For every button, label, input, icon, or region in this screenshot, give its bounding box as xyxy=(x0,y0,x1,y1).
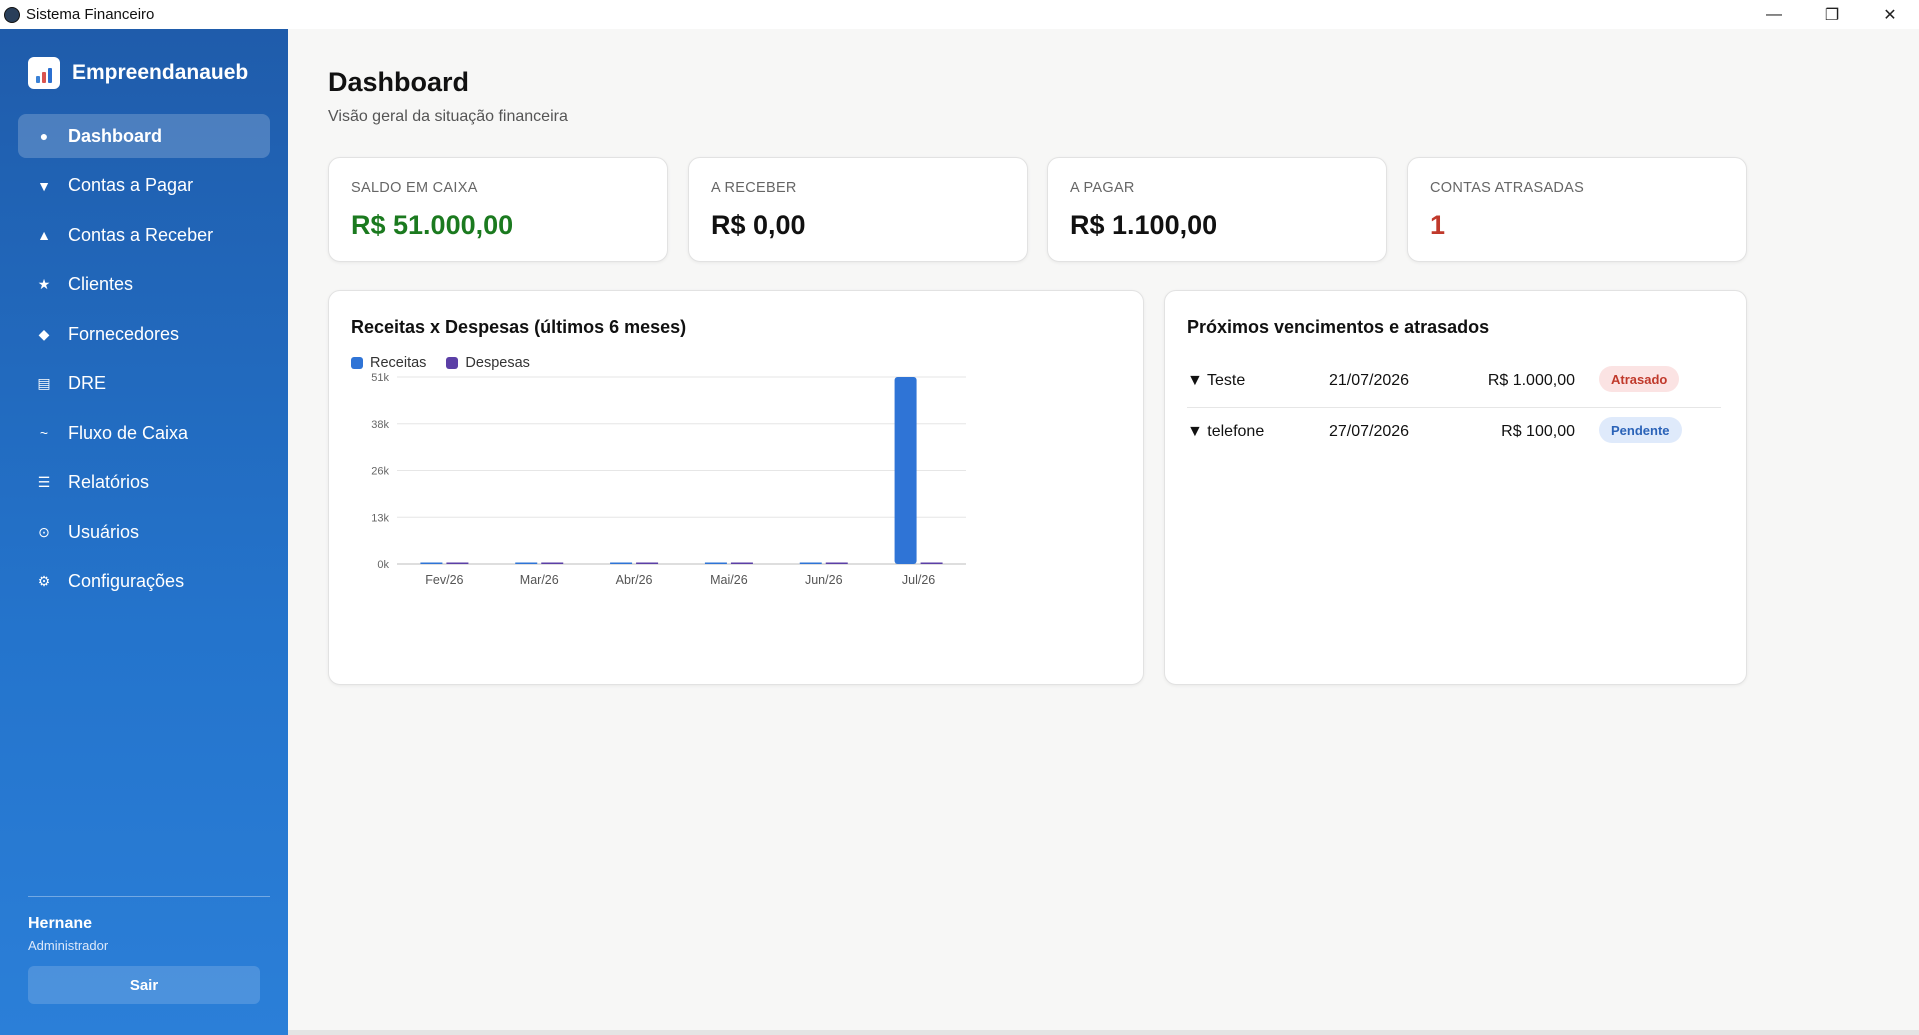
brand: Empreendanaueb xyxy=(28,57,248,89)
sidebar-item-usuarios[interactable]: ⊙ Usuários xyxy=(18,510,270,554)
sidebar-item-dashboard[interactable]: ● Dashboard xyxy=(18,114,270,158)
bar-receitas xyxy=(420,562,443,564)
due-amount: R$ 1.000,00 xyxy=(1487,372,1575,389)
bar-receitas xyxy=(704,562,727,564)
list-icon: ▤ xyxy=(37,375,51,391)
due-date: 21/07/2026 xyxy=(1329,372,1410,389)
y-tick-label: 26k xyxy=(371,466,389,478)
stat-label: CONTAS ATRASADAS xyxy=(1430,180,1585,196)
bar-receitas xyxy=(799,562,822,564)
sidebar: Empreendanaueb ● Dashboard ▼ Contas a Pa… xyxy=(0,29,288,1035)
stat-label: A PAGAR xyxy=(1070,180,1135,196)
due-amount: R$ 100,00 xyxy=(1501,423,1575,440)
sidebar-item-label: Relatórios xyxy=(68,472,150,492)
window-title: Sistema Financeiro xyxy=(26,6,155,23)
sidebar-item-label: Clientes xyxy=(68,274,134,294)
sidebar-item-contas-a-receber[interactable]: ▲ Contas a Receber xyxy=(18,213,270,257)
gear-icon: ⚙ xyxy=(37,573,51,589)
stat-label: A RECEBER xyxy=(711,180,797,196)
stat-value: R$ 0,00 xyxy=(711,210,806,240)
sidebar-item-label: Contas a Receber xyxy=(68,224,214,245)
x-tick-label: Mai/26 xyxy=(710,573,748,587)
page-subtitle: Visão geral da situação financeira xyxy=(328,108,568,125)
stat-value: R$ 51.000,00 xyxy=(351,210,514,240)
sidebar-item-contas-a-pagar[interactable]: ▼ Contas a Pagar xyxy=(18,164,270,208)
bar-chart: 0k 13k 26k 38k 51k Fev/26 Mar/26 Abr/26 Mai/26 Ju… xyxy=(371,372,966,587)
stat-card-a-pagar: A PAGAR R$ 1.100,00 xyxy=(1047,157,1387,262)
window-controls: — ❐ ✕ xyxy=(1745,0,1919,29)
bar-receitas xyxy=(894,377,917,564)
up-triangle-icon: ▲ xyxy=(37,227,51,243)
status-badge: Atrasado xyxy=(1599,366,1680,392)
close-button[interactable]: ✕ xyxy=(1861,0,1919,29)
bar-despesas xyxy=(920,562,943,564)
brand-name: Empreendanaueb xyxy=(72,61,249,84)
sidebar-item-clientes[interactable]: ★ Clientes xyxy=(18,263,270,307)
y-tick-label: 13k xyxy=(371,512,389,524)
sidebar-nav: ● Dashboard ▼ Contas a Pagar ▲ Contas a … xyxy=(18,114,270,609)
page-title: Dashboard xyxy=(328,67,470,97)
sidebar-item-label: Dashboard xyxy=(68,125,163,146)
due-row[interactable]: ▼ telefone 27/07/2026 R$ 100,00 Pendente xyxy=(1187,409,1721,459)
minimize-button[interactable]: — xyxy=(1745,0,1803,29)
diamond-icon: ◆ xyxy=(38,325,50,342)
down-triangle-icon: ▼ xyxy=(37,177,51,194)
sidebar-item-dre[interactable]: ▤ DRE xyxy=(18,362,270,406)
dot-icon: ● xyxy=(39,128,49,144)
x-tick-label: Abr/26 xyxy=(616,573,653,587)
window-title-bar: Sistema Financeiro — ❐ ✕ xyxy=(0,0,1919,29)
due-card: Próximos vencimentos e atrasados ▼ Teste… xyxy=(1164,290,1747,685)
bar-despesas xyxy=(636,562,659,564)
x-tick-label: Jul/26 xyxy=(902,573,935,587)
y-tick-label: 51k xyxy=(371,372,389,384)
stat-card-saldo: SALDO EM CAIXA R$ 51.000,00 xyxy=(328,157,668,262)
y-tick-label: 0k xyxy=(377,559,389,571)
sidebar-item-fornecedores[interactable]: ◆ Fornecedores xyxy=(18,312,270,356)
x-tick-label: Fev/26 xyxy=(425,573,463,587)
sidebar-item-label: Fluxo de Caixa xyxy=(68,422,189,443)
maximize-button[interactable]: ❐ xyxy=(1803,0,1861,29)
star-icon: ★ xyxy=(37,276,51,292)
due-name: ▼ telefone xyxy=(1187,423,1265,440)
user-role: Administrador xyxy=(28,938,109,953)
user-name: Hernane xyxy=(28,915,93,932)
bar-despesas xyxy=(730,562,753,564)
sidebar-item-fluxo-de-caixa[interactable]: ~ Fluxo de Caixa xyxy=(18,411,270,455)
logout-button[interactable]: Sair xyxy=(28,966,260,1004)
y-tick-label: 38k xyxy=(371,419,389,431)
stat-card-a-receber: A RECEBER R$ 0,00 xyxy=(688,157,1028,262)
sidebar-item-label: DRE xyxy=(68,373,107,393)
bar-receitas xyxy=(610,562,633,564)
status-badge: Pendente xyxy=(1599,417,1682,443)
bar-despesas xyxy=(446,562,469,564)
chart-logo-icon xyxy=(28,57,60,89)
bar-receitas xyxy=(515,562,538,564)
stat-value: R$ 1.100,00 xyxy=(1070,210,1218,240)
sidebar-divider xyxy=(28,896,270,897)
due-name: ▼ Teste xyxy=(1187,372,1246,389)
sidebar-item-label: Fornecedores xyxy=(68,323,180,344)
x-tick-label: Mar/26 xyxy=(520,573,559,587)
x-tick-label: Jun/26 xyxy=(805,573,843,587)
stat-label: SALDO EM CAIXA xyxy=(351,180,478,196)
wave-icon: ~ xyxy=(39,425,49,441)
app-icon xyxy=(4,6,20,23)
due-row[interactable]: ▼ Teste 21/07/2026 R$ 1.000,00 Atrasado xyxy=(1187,358,1721,408)
sidebar-item-relatorios[interactable]: ☰ Relatórios xyxy=(18,461,270,505)
bar-despesas xyxy=(825,562,848,564)
stat-value: 1 xyxy=(1430,210,1446,240)
due-date: 27/07/2026 xyxy=(1329,423,1410,440)
horizontal-scrollbar[interactable] xyxy=(288,1030,1919,1035)
sidebar-item-configuracoes[interactable]: ⚙ Configurações xyxy=(18,560,270,604)
user-circle-icon: ⊙ xyxy=(38,523,50,540)
menu-icon: ☰ xyxy=(37,474,51,490)
bar-despesas xyxy=(541,562,564,564)
chart-card: Receitas x Despesas (últimos 6 meses) Re… xyxy=(328,290,1144,685)
due-title: Próximos vencimentos e atrasados xyxy=(1187,317,1490,337)
sidebar-item-label: Usuários xyxy=(68,521,140,542)
sidebar-item-label: Configurações xyxy=(68,571,185,591)
sidebar-item-label: Contas a Pagar xyxy=(68,175,194,195)
stat-card-contas-atrasadas: CONTAS ATRASADAS 1 xyxy=(1407,157,1747,262)
